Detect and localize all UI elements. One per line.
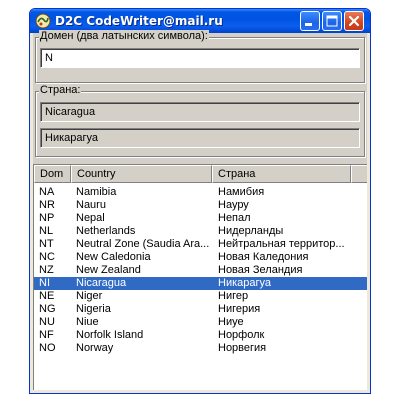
column-header-filler (351, 165, 367, 183)
cell-strana: Новая Каледония (218, 251, 309, 263)
cell-country: Nepal (76, 212, 105, 224)
cell-dom: NI (39, 277, 50, 289)
minimize-icon (305, 23, 312, 26)
list-item[interactable]: NI Nicaragua Никарагуа (34, 277, 367, 290)
cell-dom: NZ (39, 264, 54, 276)
cell-country: New Caledonia (76, 251, 151, 263)
country-list[interactable]: Dom Country Страна NA Namibia Намибия NR Nau… (33, 164, 367, 390)
list-item[interactable]: NF Norfolk Island Норфолк (34, 329, 367, 342)
cell-country: Niue (76, 316, 99, 328)
cell-dom: NR (39, 199, 55, 211)
list-item[interactable]: NO Norway Норвегия (34, 342, 367, 355)
list-item[interactable]: NC New Caledonia Новая Каледония (34, 251, 367, 264)
list-item[interactable]: NU Niue Ниуе (34, 316, 367, 329)
cell-country: Netherlands (76, 225, 136, 237)
column-header-strana[interactable]: Страна (212, 165, 351, 183)
list-item[interactable]: NT Neutral Zone (Saudia Ara... Нейтральная… (34, 238, 367, 251)
list-rows: NA Namibia Намибия NR Nauru Науру NP Nepal Непал… (34, 186, 367, 355)
cell-strana: Норвегия (218, 342, 267, 354)
close-icon (348, 15, 360, 27)
cell-dom: NT (39, 238, 54, 250)
cell-dom: NL (39, 225, 54, 237)
column-header-country[interactable]: Country (71, 165, 212, 183)
cell-strana: Непал (218, 212, 251, 224)
cell-country: New Zealand (76, 264, 141, 276)
cell-dom: NO (39, 342, 56, 354)
cell-country: Nauru (76, 199, 106, 211)
list-item[interactable]: NL Netherlands Нидерланды (34, 225, 367, 238)
maximize-button[interactable] (322, 11, 342, 31)
cell-country: Niger (76, 290, 103, 302)
country-en-field: Nicaragua (40, 102, 360, 122)
window-client: Домен (два латынских символа): N Страна:… (33, 30, 367, 390)
cell-strana: Норфолк (218, 329, 265, 341)
cell-strana: Нигерия (218, 303, 261, 315)
cell-strana: Науру (218, 199, 249, 211)
cell-strana: Никарагуа (218, 277, 272, 289)
cell-strana: Нейтральная территор... (218, 238, 345, 250)
cell-country: Norfolk Island (76, 329, 144, 341)
country-ru-field: Никарагуа (40, 128, 360, 148)
list-item[interactable]: NP Nepal Непал (34, 212, 367, 225)
cell-country: Neutral Zone (Saudia Ara... (76, 238, 210, 250)
cell-country: Namibia (76, 186, 117, 198)
domain-input[interactable]: N (40, 48, 360, 68)
minimize-button[interactable] (300, 11, 320, 31)
cell-strana: Намибия (218, 186, 265, 198)
cell-strana: Ниуе (218, 316, 244, 328)
cell-strana: Нигер (218, 290, 249, 302)
cell-dom: NE (39, 290, 55, 302)
list-item[interactable]: NR Nauru Науру (34, 199, 367, 212)
list-item[interactable]: NZ New Zealand Новая Зеландия (34, 264, 367, 277)
close-button[interactable] (344, 11, 364, 31)
cell-dom: NU (39, 316, 55, 328)
country-group: Страна: Nicaragua Никарагуа (35, 84, 365, 157)
country-group-label: Страна: (39, 84, 82, 96)
cell-country: Nigeria (76, 303, 111, 315)
list-item[interactable]: NE Niger Нигер (34, 290, 367, 303)
cell-dom: NF (39, 329, 54, 341)
app-window: D2C CodeWriter@mail.ru Домен (два латынс… (29, 8, 371, 394)
cell-dom: NC (39, 251, 55, 263)
cell-dom: NA (39, 186, 55, 198)
cell-strana: Новая Зеландия (218, 264, 303, 276)
window-title: D2C CodeWriter@mail.ru (55, 14, 223, 28)
cell-country: Nicaragua (76, 277, 127, 289)
maximize-icon (326, 15, 338, 27)
cell-strana: Нидерланды (218, 225, 284, 237)
cell-country: Norway (76, 342, 114, 354)
list-header: Dom Country Страна (34, 165, 367, 183)
cell-dom: NG (39, 303, 56, 315)
list-item[interactable]: NG Nigeria Нигерия (34, 303, 367, 316)
app-icon[interactable] (35, 13, 51, 29)
column-header-dom[interactable]: Dom (34, 165, 71, 183)
domain-group-label: Домен (два латынских символа): (39, 30, 209, 42)
domain-group: Домен (два латынских символа): N (35, 30, 365, 83)
list-item[interactable]: NA Namibia Намибия (34, 186, 367, 199)
cell-dom: NP (39, 212, 55, 224)
